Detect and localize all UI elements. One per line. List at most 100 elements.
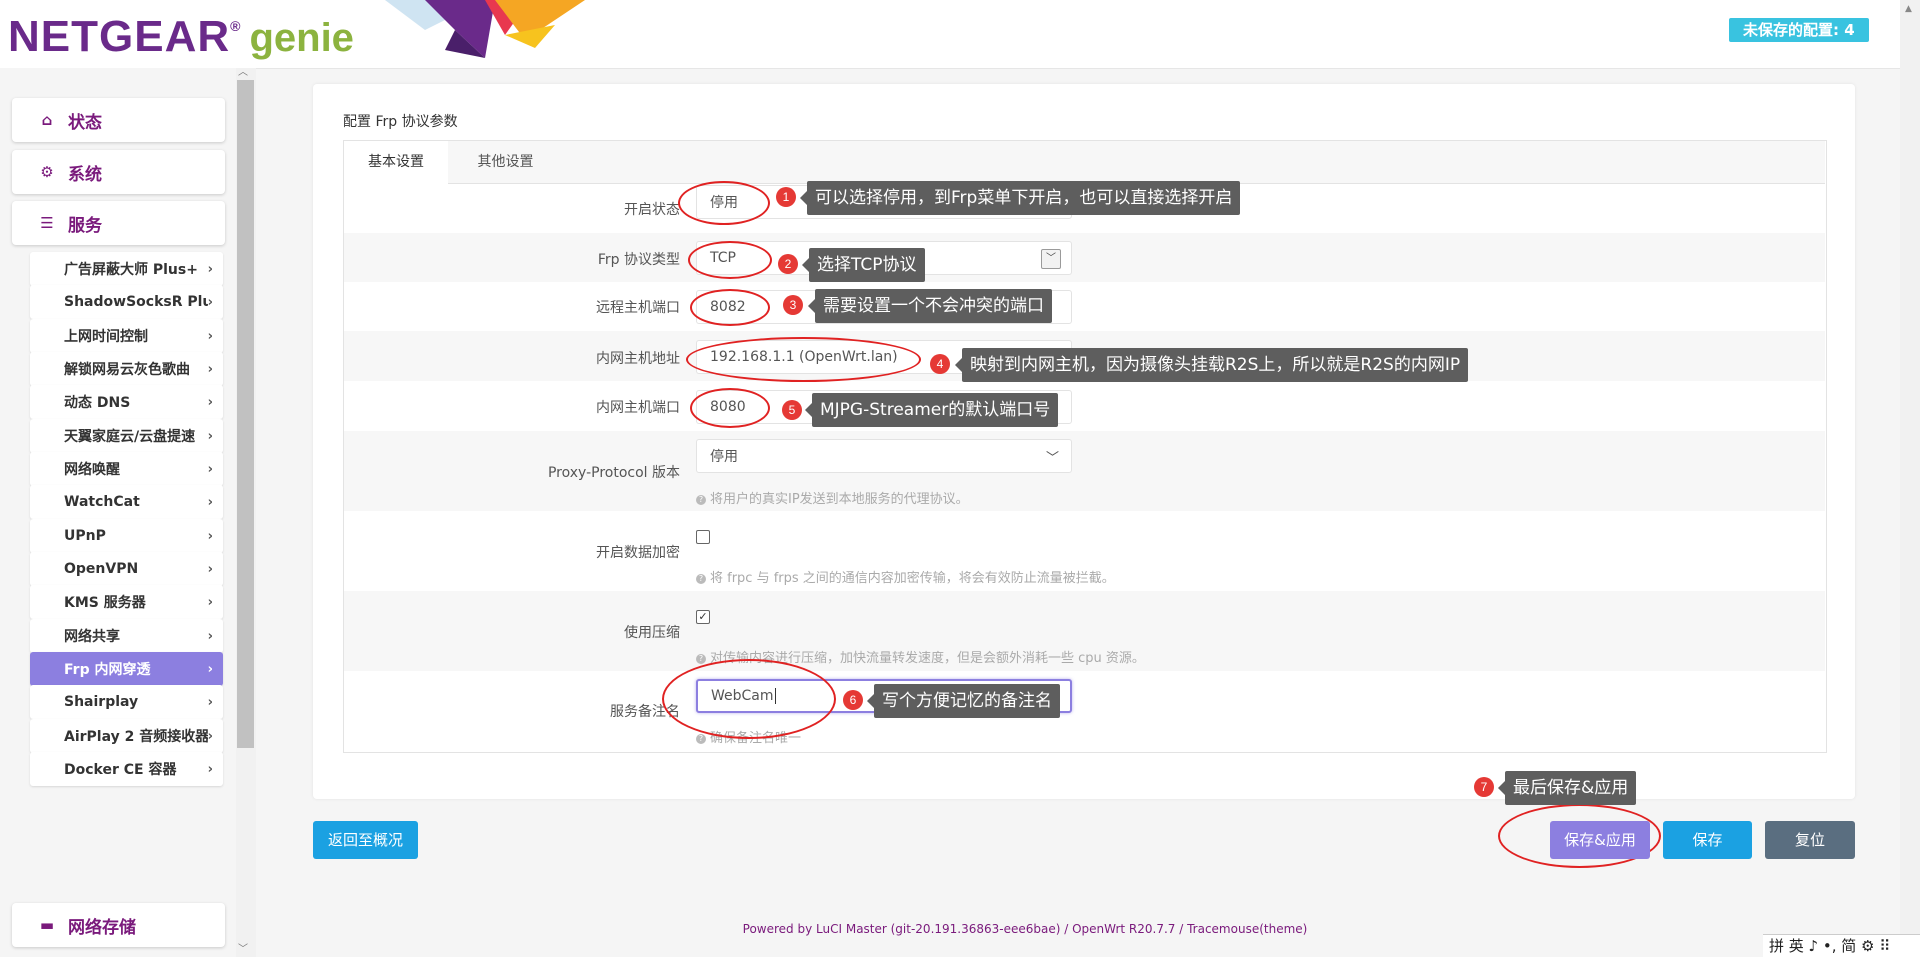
sidebar-subitem-upnp[interactable]: UPnP › [30, 519, 223, 553]
sidebar-subitem-adbyby[interactable]: 广告屏蔽大师 Plus+ › [30, 252, 223, 286]
save-apply-button[interactable]: 保存&应用 [1550, 821, 1650, 859]
sidebar-item-label: 服务 [68, 215, 102, 236]
home-icon: ⌂ [41, 111, 53, 129]
annotation-ellipse-4 [686, 337, 921, 382]
sidebar-subitem-tianyi-speedup[interactable]: 天翼家庭云/云盘提速 › [30, 419, 223, 453]
proxy-protocol-label: Proxy-Protocol 版本 [547, 465, 680, 481]
chevron-right-icon: › [207, 328, 213, 344]
footer-powered-by[interactable]: Powered by LuCI Master (git-20.191.36863… [0, 922, 1920, 936]
enable-status-label: 开启状态 [624, 202, 680, 218]
form-row-remark: 服务备注名 [344, 671, 1825, 751]
sidebar-subitem-wol[interactable]: 网络唤醒 › [30, 452, 223, 486]
netgear-genie-logo[interactable]: NETGEAR® genie [8, 12, 354, 62]
save-button[interactable]: 保存 [1663, 821, 1752, 859]
annotation-callout-5: MJPG-Streamer的默认端口号 [804, 393, 1059, 427]
annotation-callout-2: 选择TCP协议 [802, 248, 925, 282]
annotation-number-3: 3 [783, 295, 803, 315]
annotation-number-6: 6 [843, 690, 863, 710]
sidebar-subitem-airplay2[interactable]: AirPlay 2 音频接收器 › [30, 719, 223, 753]
help-icon: ? [696, 574, 706, 584]
reset-button[interactable]: 复位 [1765, 821, 1855, 859]
scroll-up-icon[interactable]: ▲ [1905, 4, 1912, 14]
chevron-right-icon: › [207, 261, 213, 277]
tab-bar [344, 141, 1825, 184]
proxy-protocol-select[interactable]: 停用 ﹀ [696, 439, 1072, 473]
sidebar-scrollbar-thumb[interactable] [237, 80, 254, 748]
annotation-number-4: 4 [930, 354, 950, 374]
ime-toolbar[interactable]: 拼 英 ♪ •, 简 ⚙ ⠿ [1763, 934, 1920, 957]
annotation-callout-4: 映射到内网主机，因为摄像头挂载R2S上，所以就是R2S的内网IP [954, 348, 1469, 382]
logo-registered-mark: ® [230, 18, 242, 34]
sidebar-subitem-ddns[interactable]: 动态 DNS › [30, 385, 223, 419]
sidebar-item-services[interactable]: ☰ 服务 [12, 201, 225, 245]
annotation-callout-6: 写个方便记忆的备注名 [867, 684, 1060, 718]
sidebar-subitem-frp[interactable]: Frp 内网穿透 › [30, 652, 223, 686]
gear-icon: ⚙ [40, 163, 54, 181]
scroll-up-icon[interactable]: ︿ [238, 63, 248, 78]
help-icon: ? [696, 654, 706, 664]
header-decoration-graphic [385, 0, 585, 58]
sidebar-subitem-watchcat[interactable]: WatchCat › [30, 485, 223, 519]
encryption-label: 开启数据加密 [596, 545, 680, 561]
proxy-protocol-help: ? 将用户的真实IP发送到本地服务的代理协议。 [696, 488, 969, 507]
annotation-number-5: 5 [782, 400, 802, 420]
sidebar-subitem-kms[interactable]: KMS 服务器 › [30, 585, 223, 619]
unsaved-changes-badge[interactable]: 未保存的配置: 4 [1729, 18, 1869, 42]
sidebar-subitem-docker[interactable]: Docker CE 容器 › [30, 752, 223, 786]
annotation-ellipse-2 [688, 241, 772, 279]
help-icon: ? [696, 734, 706, 744]
page-header: NETGEAR® genie 未保存的配置: 4 [0, 0, 1900, 69]
form-row-proxy-protocol: Proxy-Protocol 版本 [344, 431, 1825, 511]
annotation-ellipse-6 [662, 659, 836, 739]
sidebar-item-status[interactable]: ⌂ 状态 [12, 98, 225, 142]
sidebar-item-label: 系统 [68, 164, 102, 185]
annotation-number-2: 2 [778, 254, 798, 274]
sidebar-subitem-openvpn[interactable]: OpenVPN › [30, 552, 223, 586]
chevron-right-icon: › [207, 528, 213, 544]
form-row-remote-port: 远程主机端口 [344, 282, 1825, 331]
back-to-overview-button[interactable]: 返回至概况 [313, 821, 418, 859]
logo-product: genie [249, 16, 354, 60]
chevron-right-icon: › [207, 628, 213, 644]
compression-checkbox[interactable]: ✓ [696, 610, 710, 624]
sidebar-item-system[interactable]: ⚙ 系统 [12, 150, 225, 194]
annotation-number-1: 1 [776, 187, 796, 207]
sidebar-subitem-network-share[interactable]: 网络共享 › [30, 619, 223, 653]
sidebar-subitem-ssr-plus[interactable]: ShadowSocksR Plus+› [30, 285, 223, 319]
annotation-ellipse-3 [690, 289, 770, 326]
chevron-right-icon: › [207, 461, 213, 477]
sidebar-item-label: 状态 [68, 112, 102, 133]
page-scrollbar[interactable]: ▲ ▼ [1900, 0, 1920, 957]
remote-port-label: 远程主机端口 [596, 300, 680, 316]
chevron-right-icon: › [207, 661, 213, 677]
tab-basic-settings[interactable]: 基本设置 [344, 141, 448, 184]
chevron-down-icon: ﹀ [1045, 450, 1059, 466]
chevron-right-icon: › [207, 761, 213, 777]
chevron-right-icon: › [207, 428, 213, 444]
sidebar-subitem-unblock-music[interactable]: 解锁网易云灰色歌曲 › [30, 352, 223, 386]
scroll-down-icon[interactable]: ﹀ [238, 940, 248, 955]
list-icon: ☰ [40, 214, 54, 232]
panel-title: 配置 Frp 协议参数 [343, 114, 458, 130]
sidebar-subitem-time-control[interactable]: 上网时间控制 › [30, 319, 223, 353]
chevron-right-icon: › [207, 361, 213, 377]
sidebar: ⌂ 状态 ⚙ 系统 ☰ 服务 广告屏蔽大师 Plus+ › ShadowSocks… [0, 68, 256, 957]
chevron-right-icon: › [207, 594, 213, 610]
chevron-right-icon: › [207, 561, 213, 577]
chevron-right-icon: › [207, 294, 213, 310]
tab-other-settings[interactable]: 其他设置 [448, 141, 563, 183]
sidebar-subitem-shairplay[interactable]: Shairplay › [30, 685, 223, 719]
encryption-checkbox[interactable] [696, 530, 710, 544]
chevron-right-icon: › [207, 694, 213, 710]
chevron-right-icon: › [207, 394, 213, 410]
logo-brand: NETGEAR [8, 12, 231, 61]
chevron-right-icon: › [207, 728, 213, 744]
encryption-help: ? 将 frpc 与 frps 之间的通信内容加密传输，将会有效防止流量被拦截。 [696, 567, 1115, 586]
annotation-ellipse-5 [690, 388, 770, 428]
form-row-local-port: 内网主机端口 [344, 381, 1825, 431]
annotation-callout-1: 可以选择停用，到Frp菜单下开启，也可以直接选择开启 [799, 181, 1241, 215]
help-icon: ? [696, 495, 706, 505]
form-row-protocol: Frp 协议类型 [344, 233, 1825, 282]
compression-label: 使用压缩 [624, 625, 680, 641]
local-port-label: 内网主机端口 [596, 400, 680, 416]
